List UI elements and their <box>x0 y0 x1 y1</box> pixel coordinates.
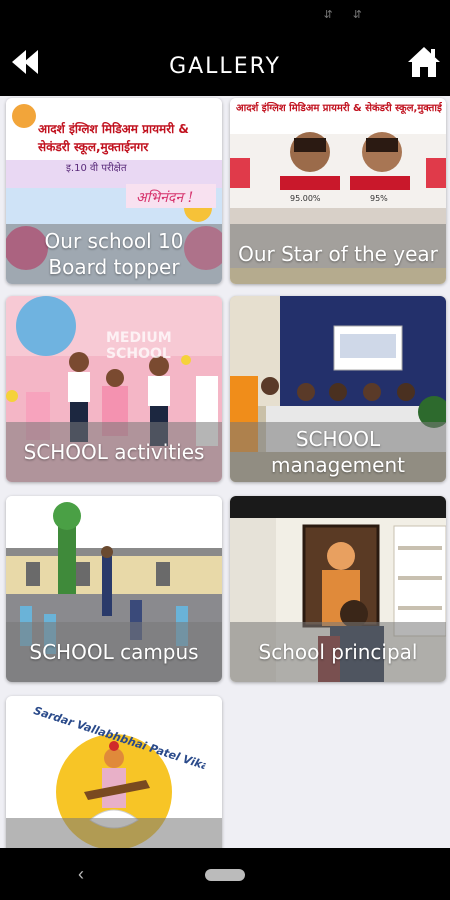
gallery-card-label: SCHOOL activities <box>23 440 205 464</box>
card-label-band: SCHOOL activities <box>6 422 222 482</box>
gallery-card-label: School principal <box>258 640 418 664</box>
status-bar: ⇵ ⇵ <box>0 0 450 30</box>
gallery-card-star-of-year[interactable]: आदर्श इंग्लिश मिडिअम प्रायमरी & सेकंडरी … <box>230 98 446 284</box>
card-label-band: Our Star of the year <box>230 224 446 284</box>
vibrate-icon: ⇵ <box>323 9 333 21</box>
gallery-card-school-principal[interactable]: School principal <box>230 496 446 682</box>
home-button[interactable] <box>406 44 442 80</box>
gallery-card-board-topper[interactable]: आदर्श इंग्लिश मिडिअम प्रायमरी & सेकंडरी … <box>6 98 222 284</box>
gallery-card-label: Our school 10 Board topper <box>44 229 184 279</box>
gallery-card-school-activities[interactable]: MEDIUM SCHOOL SCHOOL activities <box>6 296 222 482</box>
gallery-card-label: Our Star of the year <box>238 242 438 266</box>
nav-home-pill[interactable] <box>205 869 245 881</box>
card-label-band: Our school 10 Board topper <box>6 224 222 284</box>
gallery-card-logo[interactable]: Sardar Vallabhbhai Patel Vikas Samanthe … <box>6 696 222 848</box>
gallery-grid: आदर्श इंग्लिश मिडिअम प्रायमरी & सेकंडरी … <box>0 96 450 848</box>
system-nav-bar: ‹ <box>0 848 450 900</box>
activities-banner: MEDIUM SCHOOL <box>106 330 172 362</box>
signal-icon: ⇵ <box>352 9 362 21</box>
star-of-year-banner: आदर्श इंग्लिश मिडिअम प्रायमरी & सेकंडरी … <box>236 103 442 114</box>
gallery-card-school-management[interactable]: SCHOOL management <box>230 296 446 482</box>
status-icons: ⇵ ⇵ <box>324 8 362 21</box>
home-icon <box>408 47 440 77</box>
star-percent-left: 95.00% <box>290 194 321 203</box>
app-bar: GALLERY <box>0 30 450 96</box>
gallery-card-school-campus[interactable]: SCHOOL campus <box>6 496 222 682</box>
card-label-band <box>6 818 222 848</box>
star-percent-right: 95% <box>370 194 388 203</box>
card-label-band: SCHOOL campus <box>6 622 222 682</box>
nav-back-icon[interactable]: ‹ <box>78 864 84 885</box>
gallery-card-label: SCHOOL management <box>271 427 405 477</box>
page-title: GALLERY <box>169 54 281 79</box>
board-topper-banner: आदर्श इंग्लिश मिडिअम प्रायमरी & सेकंडरी … <box>38 122 189 154</box>
card-label-band: School principal <box>230 622 446 682</box>
board-topper-subtext: इ.10 वी परीक्षेत <box>66 163 127 174</box>
card-label-band: SCHOOL management <box>230 422 446 482</box>
board-topper-congrats: अभिनंदन ! <box>136 190 194 206</box>
gallery-card-label: SCHOOL campus <box>29 640 199 664</box>
